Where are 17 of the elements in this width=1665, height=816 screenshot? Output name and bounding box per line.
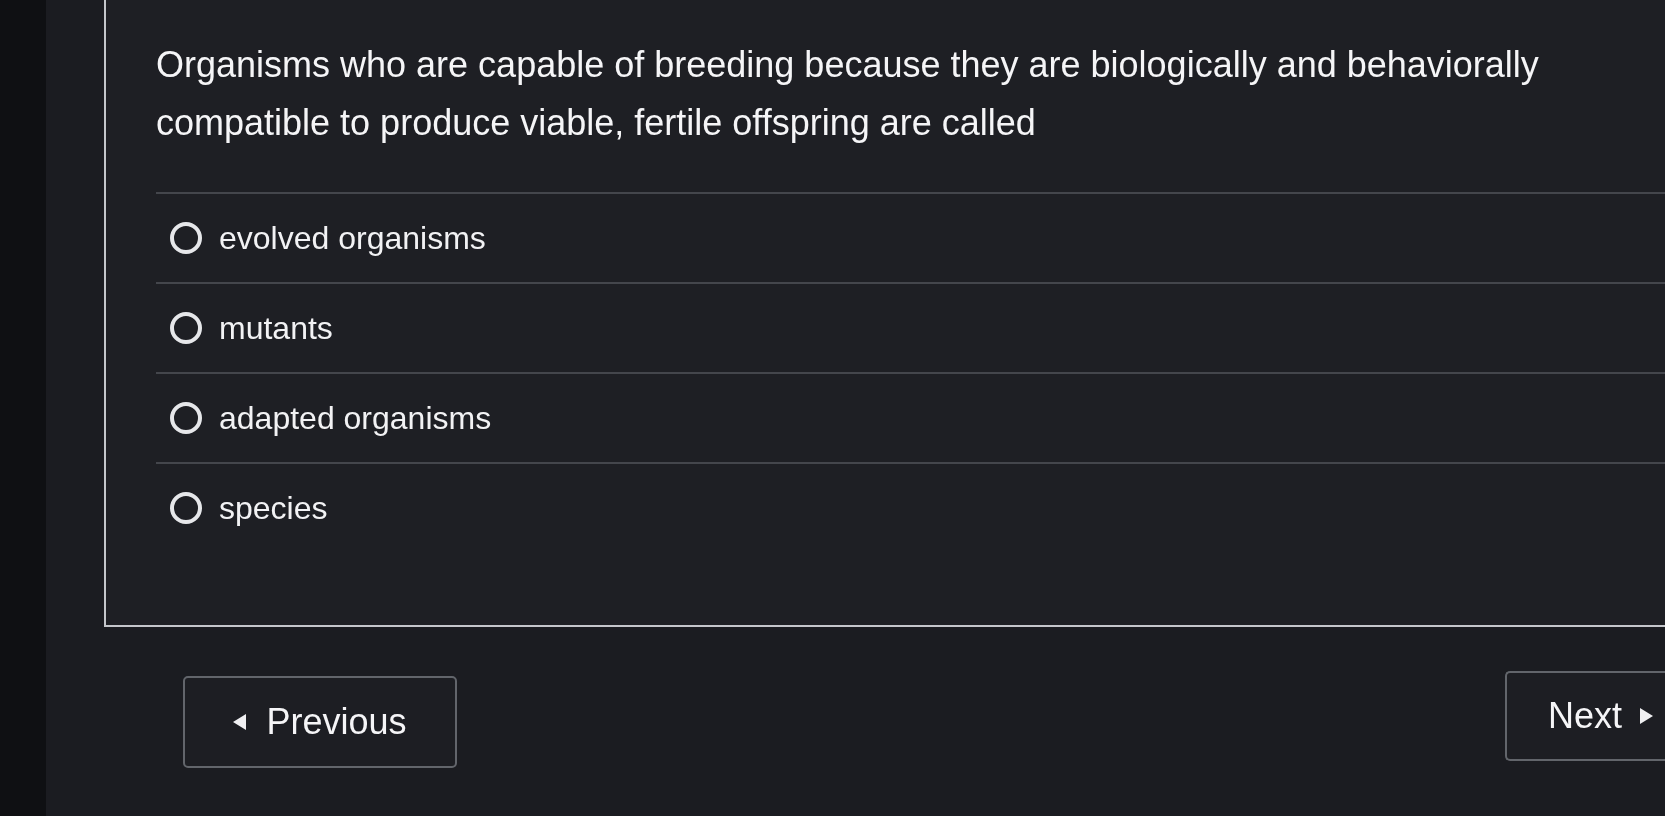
answer-option[interactable]: adapted organisms xyxy=(156,372,1665,462)
next-button[interactable]: Next xyxy=(1505,671,1665,761)
answer-option[interactable]: species xyxy=(156,462,1665,552)
option-label: mutants xyxy=(219,309,333,348)
radio-button[interactable] xyxy=(170,312,202,344)
previous-button[interactable]: Previous xyxy=(183,676,457,768)
radio-button[interactable] xyxy=(170,222,202,254)
caret-right-icon xyxy=(1640,708,1653,724)
option-label: species xyxy=(219,489,328,528)
caret-left-icon xyxy=(233,714,247,730)
radio-button[interactable] xyxy=(170,492,202,524)
radio-button[interactable] xyxy=(170,402,202,434)
option-label: evolved organisms xyxy=(219,219,486,258)
question-text: Organisms who are capable of breeding because they are biologically and behaviorally compatible to produce viable, fertile offspring are called xyxy=(156,43,1540,145)
answer-option[interactable]: mutants xyxy=(156,282,1665,372)
option-label: adapted organisms xyxy=(219,399,492,438)
answer-option[interactable]: evolved organisms xyxy=(156,192,1665,282)
